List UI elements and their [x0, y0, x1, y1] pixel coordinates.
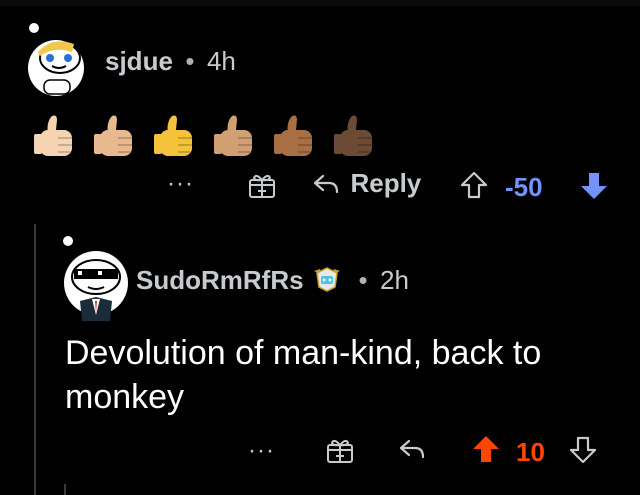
- upvote-icon[interactable]: [470, 433, 502, 465]
- more-options-button[interactable]: ···: [248, 437, 275, 465]
- avatar[interactable]: [54, 235, 144, 325]
- more-options-button[interactable]: ···: [167, 170, 194, 198]
- username[interactable]: SudoRmRfRs: [136, 265, 304, 295]
- thumbs-up-emoji: [274, 115, 312, 156]
- vote-count: -50: [505, 172, 543, 202]
- comment-1-header: sjdue • 4h: [105, 46, 236, 77]
- separator: •: [358, 265, 368, 295]
- downvote-icon[interactable]: [568, 435, 598, 465]
- comment-1: sjdue • 4h ··· Reply -50: [0, 0, 640, 220]
- upvote-icon[interactable]: [459, 170, 489, 200]
- separator: •: [185, 46, 195, 76]
- user-flair-badge-icon: [312, 265, 342, 293]
- reply-label: Reply: [350, 168, 422, 198]
- reply-arrow-icon: [312, 172, 340, 196]
- comment-text: Devolution of man-kind, back to monkey: [65, 334, 542, 416]
- username[interactable]: sjdue: [105, 46, 173, 76]
- thumbs-up-emoji: [334, 115, 372, 156]
- award-gift-icon[interactable]: [247, 170, 277, 200]
- comment-1-body: [32, 112, 392, 160]
- thumbs-up-emoji: [94, 115, 132, 156]
- reply-button[interactable]: Reply: [312, 168, 421, 199]
- thumbs-up-emoji-row: [34, 115, 372, 156]
- reply-button[interactable]: [398, 437, 426, 461]
- thumbs-up-emoji: [214, 115, 252, 156]
- vote-count: 10: [516, 437, 545, 467]
- comment-2-header: SudoRmRfRs • 2h: [136, 265, 409, 296]
- avatar[interactable]: [22, 22, 92, 97]
- award-gift-icon[interactable]: [325, 435, 355, 465]
- thumbs-up-emoji: [154, 115, 192, 156]
- timestamp: 2h: [380, 265, 409, 295]
- thumbs-up-emoji: [34, 115, 72, 156]
- downvote-icon[interactable]: [578, 170, 610, 202]
- comment-2: SudoRmRfRs • 2h Devolution of man-kind, …: [36, 225, 640, 495]
- timestamp: 4h: [206, 46, 236, 76]
- reply-arrow-icon: [399, 439, 425, 459]
